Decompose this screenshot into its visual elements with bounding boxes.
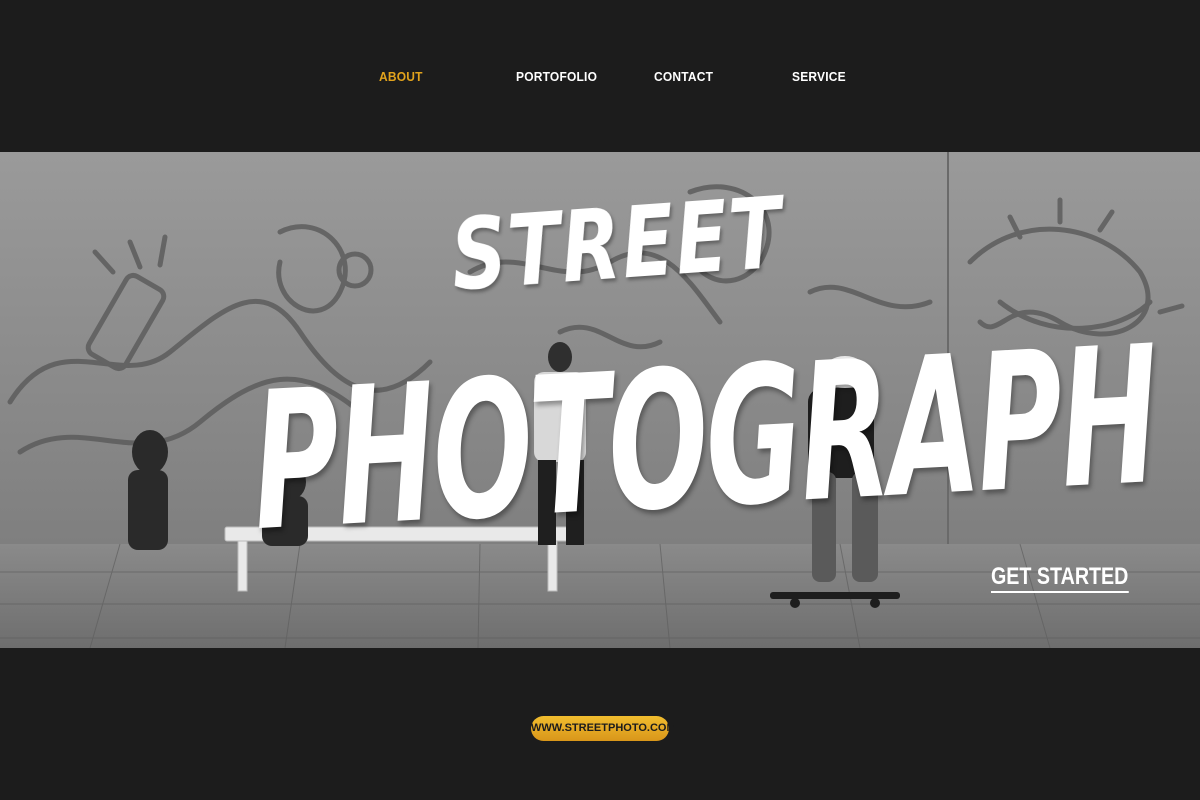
get-started-button[interactable]: GET STARTED	[991, 563, 1129, 593]
hero-title-line2: PHOTOGRAPH	[247, 304, 1163, 574]
nav-item-contact[interactable]: CONTACT	[654, 69, 713, 86]
nav-item-about[interactable]: ABOUT	[379, 69, 423, 86]
nav-item-portfolio[interactable]: PORTOFOLIO	[516, 69, 597, 86]
top-navigation: ABOUT PORTOFOLIO CONTACT SERVICE	[0, 0, 1200, 152]
website-url-pill[interactable]: WWW.STREETPHOTO.COM	[531, 716, 676, 741]
nav-item-service[interactable]: SERVICE	[792, 69, 846, 86]
hero-title-line1: STREET	[447, 176, 787, 314]
